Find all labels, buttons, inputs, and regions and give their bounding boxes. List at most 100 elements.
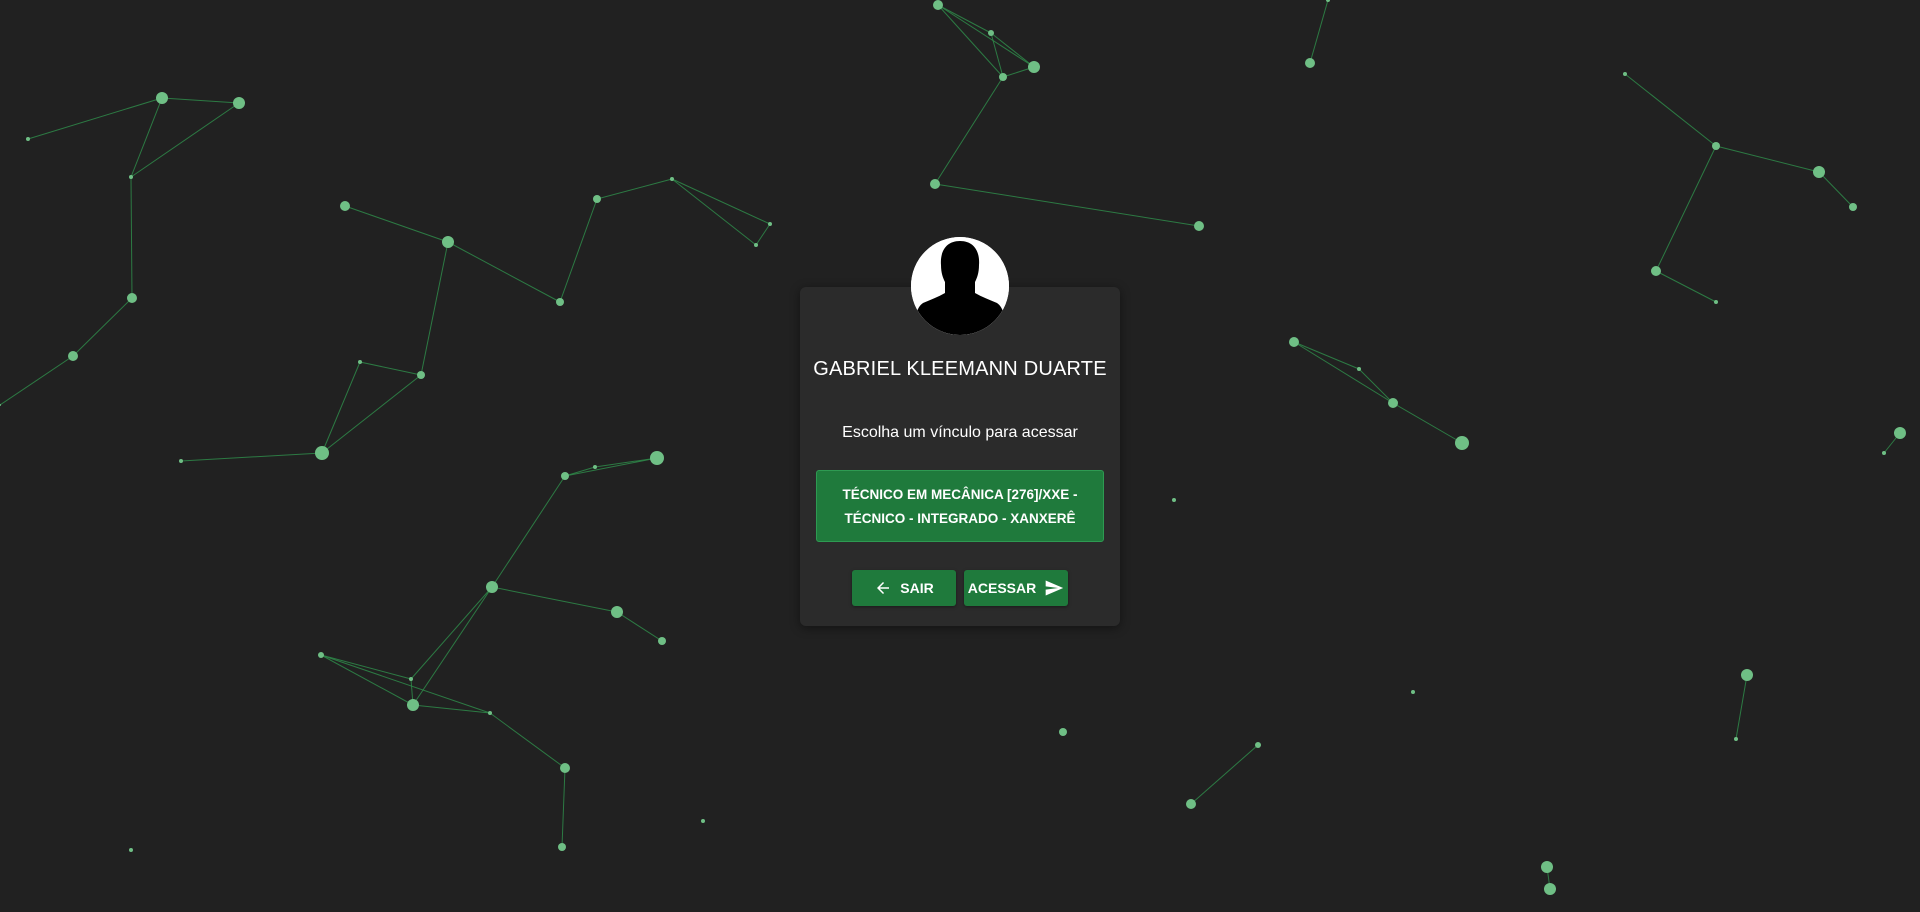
particle-link: [130, 97, 163, 178]
particle-link: [491, 475, 566, 588]
particle-link: [489, 712, 566, 769]
particle-link: [344, 205, 449, 243]
particle-dot: [701, 819, 705, 823]
particle-dot: [407, 699, 419, 711]
send-icon: [1045, 580, 1064, 596]
particle-dot: [129, 848, 133, 852]
particle-link: [1309, 0, 1329, 64]
user-silhouette-icon: [911, 237, 1009, 335]
particle-dot: [1455, 436, 1469, 450]
particle-dot: [315, 446, 329, 460]
particle-link: [130, 176, 133, 299]
link-option-mechanical-technician[interactable]: TÉCNICO EM MECÂNICA [276]/XXE - TÉCNICO …: [816, 470, 1104, 542]
particle-link: [491, 586, 618, 613]
particle-dot: [340, 201, 350, 211]
particle-dot: [1186, 799, 1196, 809]
particle-link: [27, 97, 163, 140]
particle-link: [359, 361, 422, 376]
particle-link: [180, 452, 323, 462]
particle-link: [1818, 171, 1854, 208]
access-button[interactable]: ACESSAR: [964, 570, 1068, 606]
particle-link: [320, 654, 414, 706]
particle-dot: [1172, 498, 1176, 502]
particle-dot: [127, 293, 137, 303]
particle-dot: [1734, 737, 1738, 741]
choose-link-prompt: Escolha um vínculo para acessar: [842, 424, 1078, 441]
particle-dot: [593, 465, 597, 469]
particle-dot: [68, 351, 78, 361]
particle-link: [412, 586, 493, 706]
particle-link: [1715, 145, 1820, 173]
particle-dot: [930, 179, 940, 189]
particle-link: [1735, 674, 1748, 740]
particle-dot: [1712, 142, 1720, 150]
particle-dot: [1411, 690, 1415, 694]
particle-link: [1624, 73, 1717, 147]
link-option-line-2: TÉCNICO - INTEGRADO - XANXERÊ: [844, 511, 1076, 526]
user-name: GABRIEL KLEEMANN DUARTE: [813, 358, 1107, 380]
particle-dot: [999, 73, 1007, 81]
particle-dot: [1651, 266, 1661, 276]
particle-dot: [358, 360, 362, 364]
access-button-label: ACESSAR: [967, 580, 1037, 596]
particle-dot: [754, 243, 758, 247]
particle-link: [320, 654, 491, 714]
particle-dot: [1305, 58, 1315, 68]
particle-link: [755, 223, 771, 246]
particle-link: [1655, 145, 1717, 272]
particle-link: [321, 374, 422, 454]
particle-dot: [26, 137, 30, 141]
particle-dot: [179, 459, 183, 463]
user-avatar: [911, 237, 1009, 335]
particle-link: [1293, 341, 1394, 404]
particle-dot: [156, 92, 168, 104]
particle-dot: [129, 175, 133, 179]
particle-dot: [1289, 337, 1299, 347]
particle-dot: [593, 195, 601, 203]
particle-dot: [658, 637, 666, 645]
particle-link: [1392, 402, 1463, 444]
particle-link: [559, 198, 598, 303]
particle-link: [321, 361, 361, 454]
particle-dot: [1388, 398, 1398, 408]
particle-link: [1655, 270, 1717, 303]
particle-link: [596, 178, 673, 200]
particle-dot: [650, 451, 664, 465]
particle-dot: [933, 0, 943, 10]
particle-link: [934, 183, 1200, 227]
particle-dot: [1194, 221, 1204, 231]
particle-dot: [558, 843, 566, 851]
particle-dot: [670, 177, 674, 181]
particle-dot: [1326, 0, 1330, 2]
particle-dot: [561, 472, 569, 480]
particle-link: [320, 654, 412, 680]
particle-link: [990, 32, 1035, 68]
particle-dot: [611, 606, 623, 618]
particle-dot: [488, 711, 492, 715]
particle-dot: [1741, 669, 1753, 681]
particle-dot: [1541, 861, 1553, 873]
particle-link: [934, 76, 1004, 185]
particle-dot: [1849, 203, 1857, 211]
particle-link: [420, 241, 449, 376]
particle-dot: [556, 298, 564, 306]
particle-link: [72, 297, 133, 357]
link-option-line-1: TÉCNICO EM MECÂNICA [276]/XXE -: [842, 487, 1078, 502]
particle-dot: [768, 222, 772, 226]
particle-link: [447, 241, 561, 303]
particle-dot: [1714, 300, 1718, 304]
particle-link: [130, 102, 240, 178]
particle-link: [1190, 744, 1259, 805]
particle-link: [937, 4, 992, 34]
particle-dot: [417, 371, 425, 379]
particle-dot: [1623, 72, 1627, 76]
particle-dot: [1544, 883, 1556, 895]
particle-link: [0, 355, 74, 406]
particle-link: [410, 586, 493, 680]
login-card: [800, 287, 1120, 626]
exit-button[interactable]: SAIR: [852, 570, 956, 606]
particle-dot: [233, 97, 245, 109]
particle-dot: [486, 581, 498, 593]
particle-dot: [1894, 427, 1906, 439]
arrow-left-icon: [877, 582, 890, 594]
